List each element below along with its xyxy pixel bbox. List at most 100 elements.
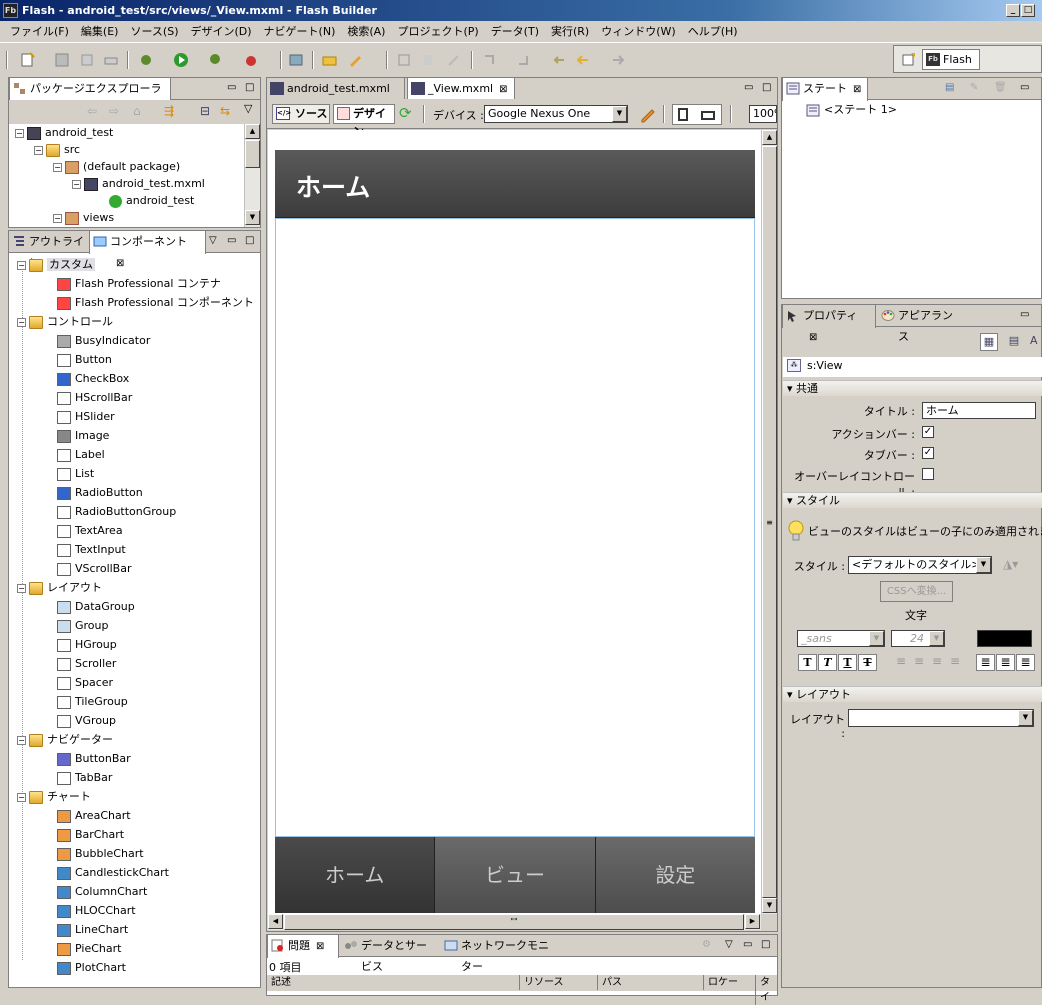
- component-item[interactable]: Scroller: [57, 655, 116, 673]
- align-left-icon[interactable]: ≣: [976, 654, 995, 671]
- component-item[interactable]: TextInput: [57, 541, 126, 559]
- tab-outline[interactable]: アウトライン: [9, 231, 89, 269]
- device-tab-view[interactable]: ビュー: [435, 837, 596, 913]
- component-item[interactable]: DataGroup: [57, 598, 135, 616]
- zoom-input[interactable]: 100%: [749, 105, 777, 123]
- component-item[interactable]: VScrollBar: [57, 560, 132, 578]
- edit-state-icon[interactable]: ✎: [970, 82, 978, 93]
- category-view-icon[interactable]: ▤: [1005, 333, 1023, 351]
- pencil-icon[interactable]: [347, 52, 363, 68]
- menu-data[interactable]: データ(T): [485, 23, 545, 39]
- title-input[interactable]: ホーム: [922, 402, 1036, 419]
- component-group[interactable]: − レイアウト: [17, 579, 102, 597]
- tab-appearance[interactable]: アピアランス: [878, 305, 962, 343]
- component-item[interactable]: Flash Professional コンテナ: [57, 275, 221, 293]
- tab-states[interactable]: ステート ⊠: [782, 78, 868, 101]
- collapse-icon[interactable]: −: [34, 145, 43, 155]
- menu-file[interactable]: ファイル(F): [4, 23, 75, 39]
- maximize-icon[interactable]: □: [761, 939, 770, 950]
- component-item[interactable]: HGroup: [57, 636, 117, 654]
- view-menu-icon[interactable]: ▽: [244, 102, 252, 115]
- delete-state-icon[interactable]: 🗑: [994, 82, 1007, 93]
- component-item[interactable]: TileGroup: [57, 693, 128, 711]
- scroll-up-button[interactable]: ▲: [762, 130, 777, 145]
- menu-edit[interactable]: 編集(E): [75, 23, 125, 39]
- component-item[interactable]: BusyIndicator: [57, 332, 150, 350]
- justify-icon[interactable]: ≡: [947, 654, 963, 672]
- scroll-down-button[interactable]: ▼: [245, 210, 260, 225]
- tree-item-android-test-class[interactable]: android_test: [109, 192, 194, 210]
- layout-select[interactable]: ▼: [848, 709, 1034, 727]
- collapse-icon[interactable]: −: [53, 162, 62, 172]
- tree-item-project[interactable]: − android_test: [15, 124, 113, 142]
- scroll-thumb[interactable]: ≡: [762, 146, 777, 898]
- component-item[interactable]: AreaChart: [57, 807, 131, 825]
- maximize-icon[interactable]: □: [245, 235, 254, 246]
- portrait-icon[interactable]: [678, 108, 688, 121]
- collapse-icon[interactable]: −: [17, 260, 26, 270]
- component-group[interactable]: − チャート: [17, 788, 91, 806]
- component-group[interactable]: − カスタム: [17, 256, 95, 274]
- tab-components[interactable]: コンポーネント⊠: [89, 231, 206, 269]
- align-middle-icon[interactable]: ≡: [911, 654, 927, 672]
- font-color-swatch[interactable]: [977, 630, 1032, 647]
- menu-source[interactable]: ソース(S): [124, 23, 184, 39]
- refresh-icon[interactable]: ⟳: [399, 104, 412, 122]
- minimize-icon[interactable]: ▭: [743, 939, 752, 950]
- component-group[interactable]: − コントロール: [17, 313, 113, 331]
- scroll-thumb[interactable]: [245, 140, 260, 168]
- menu-project[interactable]: プロジェクト(P): [391, 23, 484, 39]
- toggle-icon[interactable]: [396, 52, 412, 68]
- export-release-icon[interactable]: [288, 52, 304, 68]
- forward-arrow-icon[interactable]: [610, 52, 626, 68]
- style-select[interactable]: <デフォルトのスタイル> ▼: [848, 556, 992, 574]
- standard-view-icon[interactable]: ▦: [980, 333, 998, 351]
- component-item[interactable]: Button: [57, 351, 112, 369]
- component-item[interactable]: ColumnChart: [57, 883, 147, 901]
- save-icon[interactable]: [54, 52, 70, 68]
- font-size-select[interactable]: 24 ▼: [891, 630, 945, 647]
- align-right-icon[interactable]: ≣: [1016, 654, 1035, 671]
- save-all-icon[interactable]: [79, 52, 95, 68]
- tab-problems[interactable]: 問題 ⊠: [267, 935, 339, 958]
- chevron-down-icon[interactable]: ▼: [976, 557, 991, 573]
- actionbar-checkbox[interactable]: ✓: [922, 426, 934, 438]
- component-item[interactable]: LineChart: [57, 921, 128, 939]
- align-top-icon[interactable]: ≡: [893, 654, 909, 672]
- chevron-down-icon[interactable]: ▼: [1018, 710, 1033, 726]
- forward-icon[interactable]: ⇨: [109, 104, 119, 118]
- collapse-icon[interactable]: −: [15, 128, 24, 138]
- menu-help[interactable]: ヘルプ(H): [682, 23, 744, 39]
- component-item[interactable]: TabBar: [57, 769, 112, 787]
- component-item[interactable]: Image: [57, 427, 109, 445]
- maximize-icon[interactable]: □: [245, 82, 254, 93]
- new-state-icon[interactable]: ▤: [945, 82, 954, 93]
- overlay-controls-checkbox[interactable]: [922, 468, 934, 480]
- scroll-right-button[interactable]: ▶: [745, 914, 760, 929]
- chevron-down-icon[interactable]: ▼: [929, 631, 944, 646]
- source-mode-button[interactable]: </> ソース: [272, 104, 330, 124]
- device-select[interactable]: Google Nexus One ▼: [484, 105, 628, 123]
- component-item[interactable]: ButtonBar: [57, 750, 131, 768]
- minimize-icon[interactable]: ▭: [227, 82, 236, 93]
- menu-run[interactable]: 実行(R): [545, 23, 595, 39]
- component-item[interactable]: CheckBox: [57, 370, 129, 388]
- device-action-bar[interactable]: ホーム: [275, 150, 755, 218]
- minimize-button[interactable]: _: [1006, 4, 1020, 17]
- column-resource[interactable]: リソース: [519, 975, 564, 990]
- design-mode-button[interactable]: デザイン: [333, 104, 395, 138]
- component-item[interactable]: RadioButtonGroup: [57, 503, 176, 521]
- component-item[interactable]: HLOCChart: [57, 902, 136, 920]
- minimize-icon[interactable]: ▭: [227, 235, 236, 246]
- scroll-thumb[interactable]: "": [284, 914, 744, 930]
- component-item[interactable]: List: [57, 465, 94, 483]
- open-perspective-icon[interactable]: [902, 52, 916, 66]
- close-icon[interactable]: ⊠: [853, 84, 861, 95]
- filter-icon[interactable]: ⚙: [702, 939, 711, 950]
- landscape-icon[interactable]: [701, 111, 715, 120]
- section-layout-header[interactable]: ▾ レイアウト: [783, 686, 1042, 702]
- component-item[interactable]: PlotChart: [57, 959, 126, 977]
- column-type[interactable]: タイ: [755, 975, 777, 1005]
- new-style-icon[interactable]: ◮▾: [1003, 557, 1018, 571]
- component-item[interactable]: HScrollBar: [57, 389, 132, 407]
